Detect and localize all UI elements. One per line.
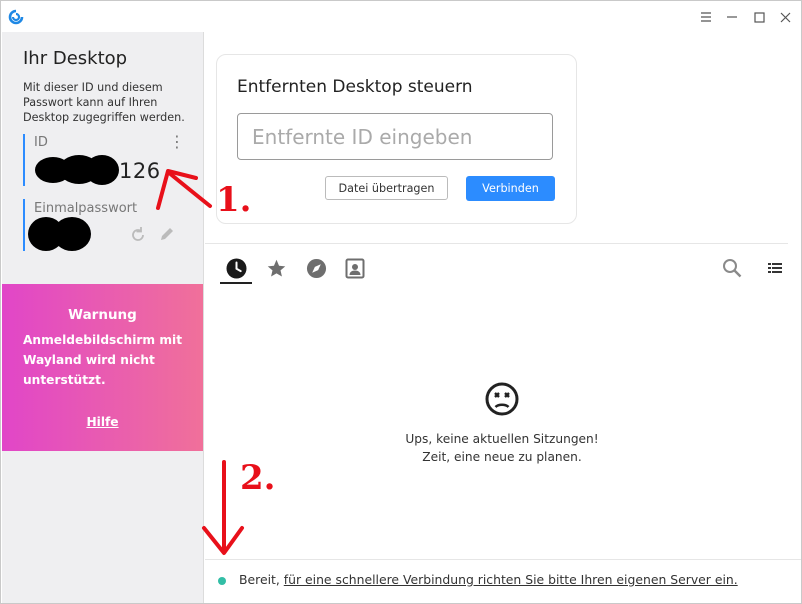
empty-sessions-message: Ups, keine aktuellen Sitzungen! Zeit, ei… [361,430,643,466]
status-indicator-icon [218,577,226,585]
search-icon[interactable] [721,257,743,279]
annotation-label-1: 1. [216,180,252,220]
empty-line-1: Ups, keine aktuellen Sitzungen! [405,432,599,446]
compass-icon [306,258,326,278]
status-bar: Bereit, für eine schnellere Verbindung r… [205,559,801,603]
refresh-password-icon[interactable] [129,226,147,249]
own-server-link[interactable]: für eine schnellere Verbindung richten S… [284,572,738,587]
connect-title: Entfernten Desktop steuern [237,77,473,97]
redaction-mark [85,155,119,185]
edit-password-icon[interactable] [158,225,176,247]
file-transfer-button[interactable]: Datei übertragen [325,176,448,200]
panel-title: Ihr Desktop [23,48,128,69]
id-field: ID ⋮ 126 [23,134,185,186]
remote-connect-card: Entfernten Desktop steuern Datei übertra… [216,54,577,224]
close-icon[interactable] [776,8,794,26]
help-link[interactable]: Hilfe [2,415,203,429]
address-book-icon [345,258,365,278]
title-bar [1,1,801,32]
connect-button[interactable]: Verbinden [466,176,555,201]
tab-discovered[interactable] [305,257,327,279]
tabs-divider [205,243,788,244]
sad-face-icon [485,382,519,416]
warning-title: Warnung [68,307,137,323]
remote-id-input[interactable] [237,113,553,160]
tab-address-book[interactable] [344,257,366,279]
app-logo-icon [8,9,24,25]
maximize-icon[interactable] [750,8,768,26]
app-window: Ihr Desktop Mit dieser ID und diesem Pas… [0,0,802,604]
panel-description: Mit dieser ID und diesem Passwort kann a… [23,81,185,124]
wayland-warning: Warnung Anmeldebildschirm mit Wayland wi… [2,284,203,451]
id-value[interactable]: 126 [119,159,161,183]
more-options-icon[interactable]: ⋮ [169,134,185,150]
empty-line-2: Zeit, eine neue zu planen. [422,450,582,464]
star-icon [267,259,285,277]
list-view-icon[interactable] [764,257,786,279]
id-label: ID [34,135,48,150]
warning-message: Anmeldebildschirm mit Wayland wird nicht… [23,333,183,387]
tab-recent[interactable] [225,257,247,279]
active-tab-indicator [220,282,252,284]
tab-favorites[interactable] [265,257,287,279]
minimize-icon[interactable] [723,8,741,26]
status-text: Bereit, für eine schnellere Verbindung r… [239,572,738,587]
annotation-label-2: 2. [240,458,276,498]
clock-icon [226,258,246,278]
redaction-mark [53,217,91,251]
menu-icon[interactable] [697,8,715,26]
password-field: Einmalpasswort [23,199,185,251]
password-label: Einmalpasswort [34,201,138,216]
local-desktop-panel: Ihr Desktop Mit dieser ID und diesem Pas… [2,32,204,603]
status-state: Bereit, [239,572,280,587]
